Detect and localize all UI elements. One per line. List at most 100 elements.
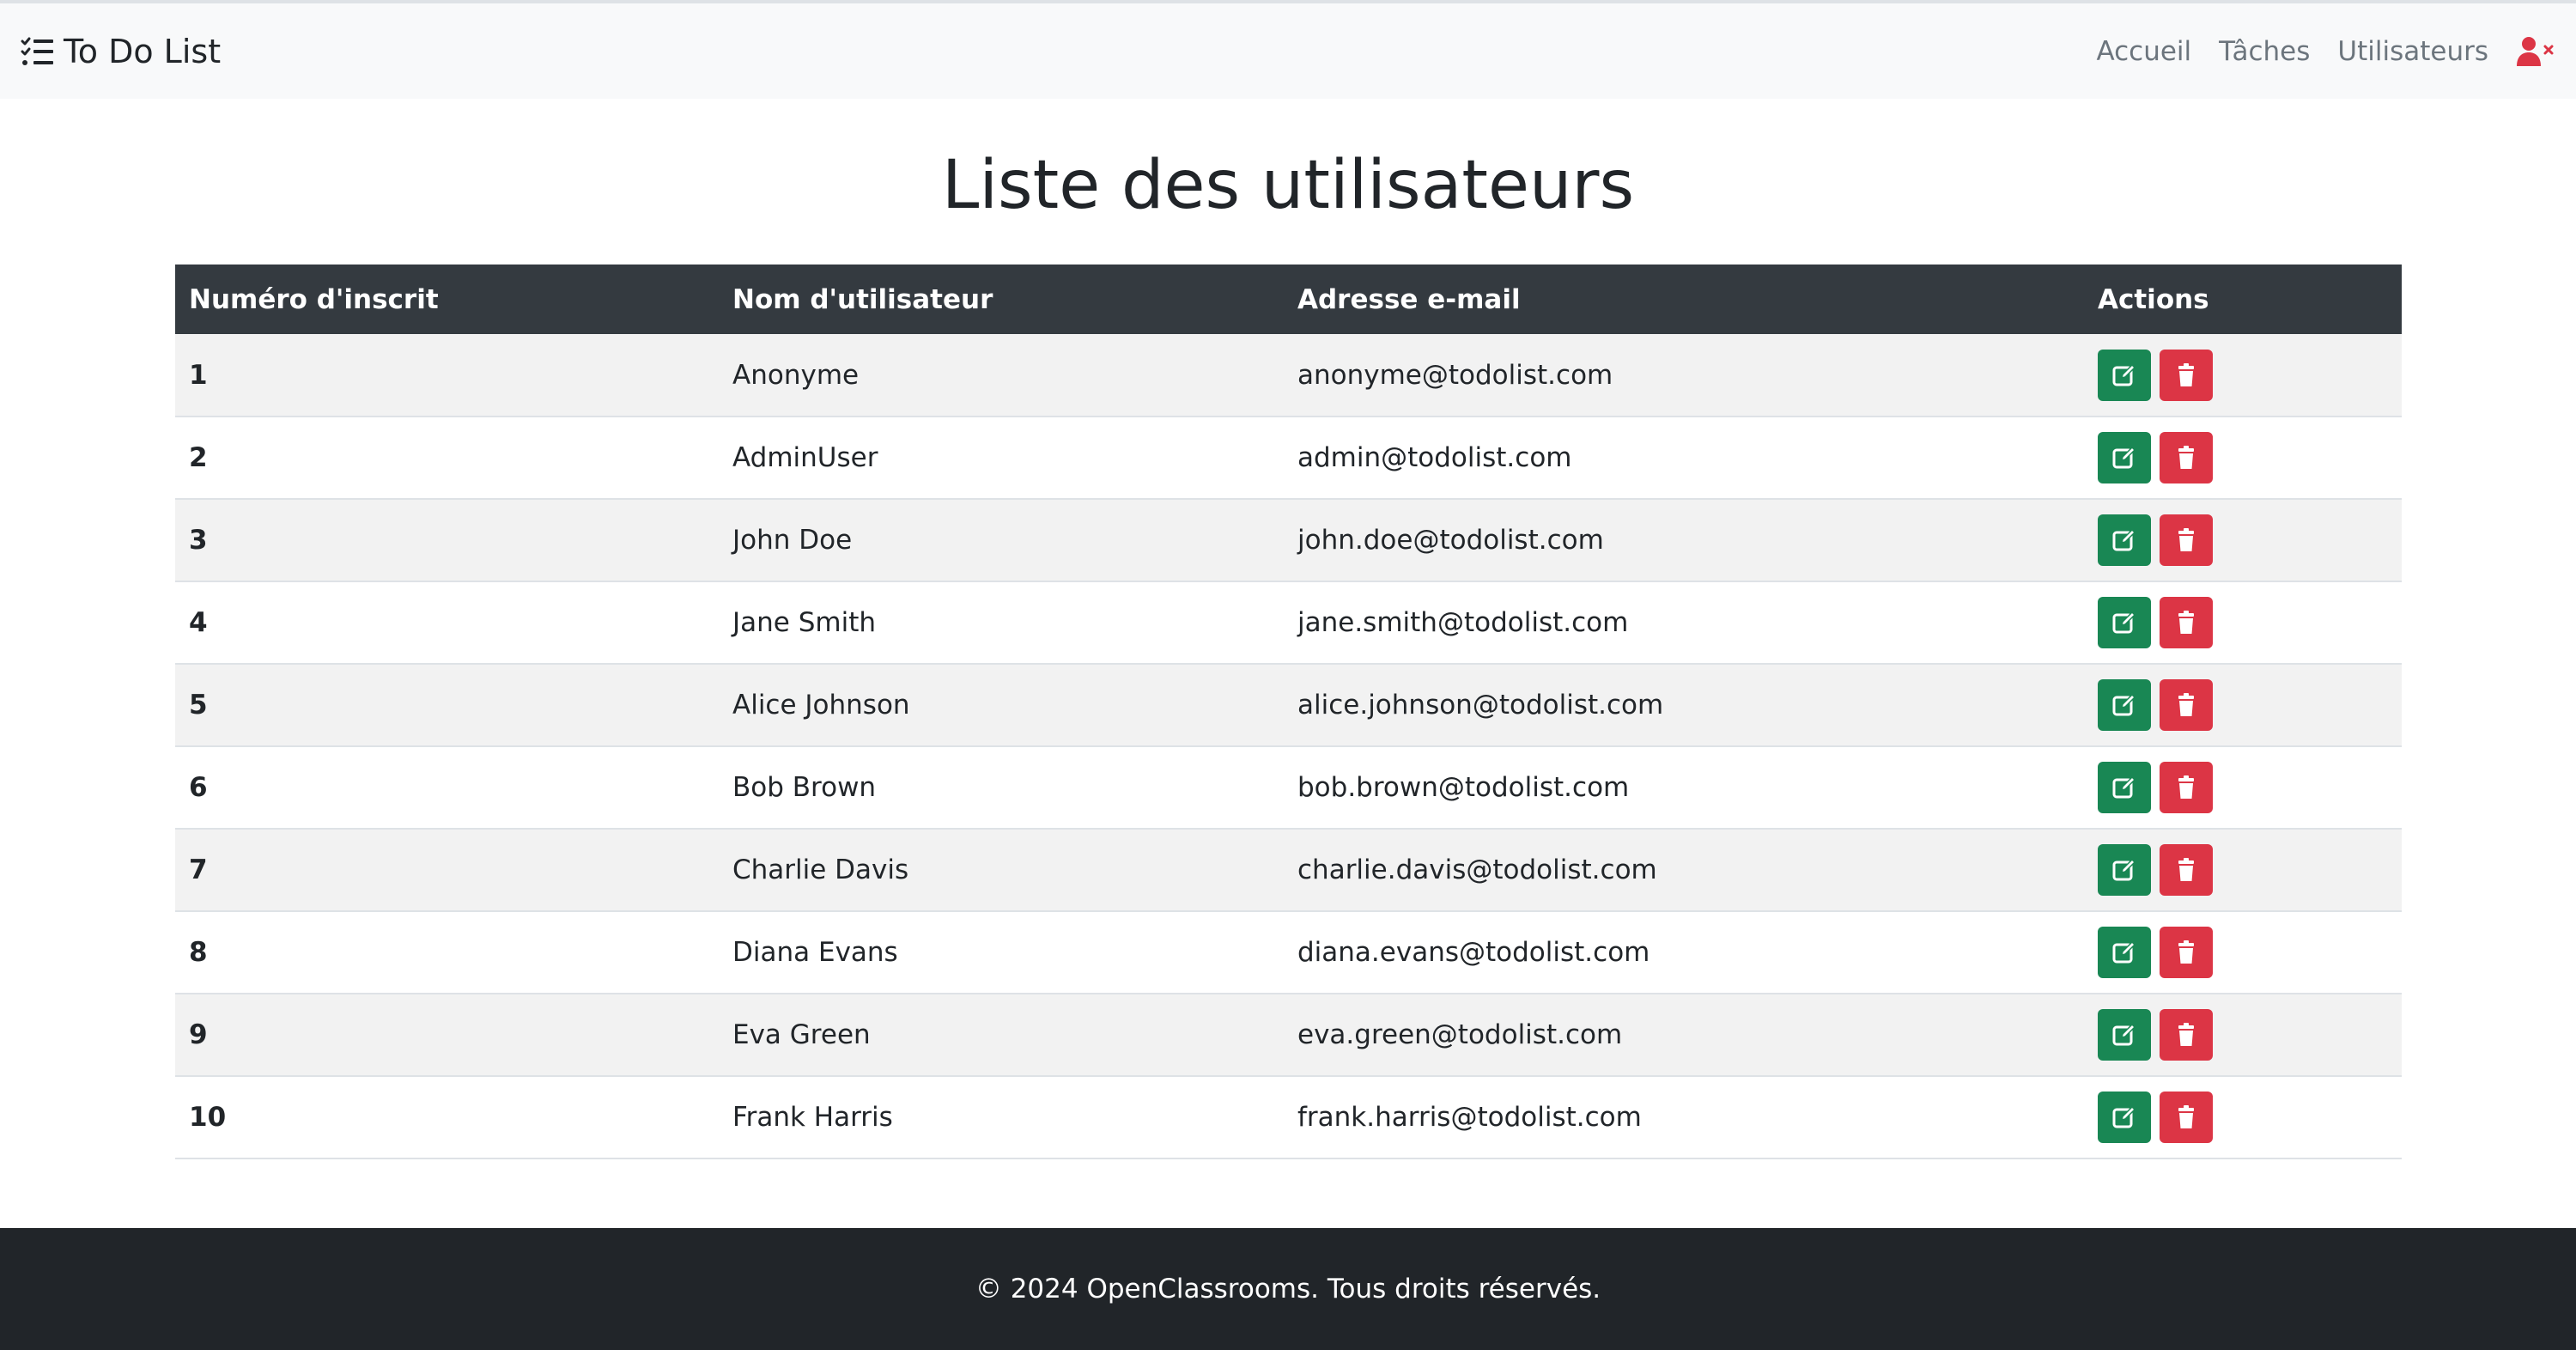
user-username: Frank Harris — [719, 1076, 1284, 1159]
action-buttons — [2098, 1092, 2388, 1143]
table-row: 4 Jane Smith jane.smith@todolist.com — [175, 581, 2402, 665]
user-email: jane.smith@todolist.com — [1284, 581, 2084, 665]
delete-button[interactable] — [2160, 514, 2213, 566]
action-buttons — [2098, 762, 2388, 813]
brand-label: To Do List — [64, 32, 222, 70]
row-actions — [2084, 499, 2402, 582]
table-row: 5 Alice Johnson alice.johnson@todolist.com — [175, 664, 2402, 747]
nav-link-utilisateurs[interactable]: Utilisateurs — [2337, 36, 2488, 67]
edit-icon — [2111, 692, 2137, 718]
edit-icon — [2111, 610, 2137, 635]
edit-icon — [2111, 362, 2137, 388]
edit-icon — [2111, 527, 2137, 553]
user-id: 6 — [175, 746, 719, 830]
delete-button[interactable] — [2160, 1009, 2213, 1061]
navbar: To Do List Accueil Tâches Utilisateurs — [0, 3, 2576, 99]
footer-text: © 2024 OpenClassrooms. Tous droits réser… — [975, 1274, 1601, 1304]
row-actions — [2084, 1076, 2402, 1159]
trash-icon — [2173, 610, 2199, 635]
user-email: john.doe@todolist.com — [1284, 499, 2084, 582]
delete-button[interactable] — [2160, 679, 2213, 731]
edit-icon — [2111, 1022, 2137, 1048]
trash-icon — [2173, 1022, 2199, 1048]
delete-button[interactable] — [2160, 349, 2213, 401]
edit-button[interactable] — [2098, 1009, 2151, 1061]
delete-button[interactable] — [2160, 1092, 2213, 1143]
user-id: 1 — [175, 334, 719, 417]
page-title: Liste des utilisateurs — [941, 147, 1635, 224]
user-username: Bob Brown — [719, 746, 1284, 830]
table-row: 8 Diana Evans diana.evans@todolist.com — [175, 911, 2402, 994]
trash-icon — [2173, 775, 2199, 800]
footer: © 2024 OpenClassrooms. Tous droits réser… — [0, 1228, 2576, 1350]
user-id: 5 — [175, 664, 719, 747]
trash-icon — [2173, 362, 2199, 388]
user-email: diana.evans@todolist.com — [1284, 911, 2084, 994]
edit-button[interactable] — [2098, 679, 2151, 731]
edit-icon — [2111, 857, 2137, 883]
table-header-row: Numéro d'inscrit Nom d'utilisateur Adres… — [175, 265, 2402, 334]
edit-icon — [2111, 775, 2137, 800]
edit-icon — [2111, 940, 2137, 965]
user-username: Jane Smith — [719, 581, 1284, 665]
action-buttons — [2098, 927, 2388, 978]
action-buttons — [2098, 679, 2388, 731]
user-email: eva.green@todolist.com — [1284, 994, 2084, 1077]
delete-button[interactable] — [2160, 927, 2213, 978]
delete-button[interactable] — [2160, 597, 2213, 648]
user-username: Anonyme — [719, 334, 1284, 417]
trash-icon — [2173, 1104, 2199, 1130]
edit-button[interactable] — [2098, 597, 2151, 648]
table-row: 10 Frank Harris frank.harris@todolist.com — [175, 1076, 2402, 1159]
edit-button[interactable] — [2098, 927, 2151, 978]
edit-icon — [2111, 1104, 2137, 1130]
delete-button[interactable] — [2160, 762, 2213, 813]
edit-icon — [2111, 445, 2137, 471]
list-check-icon — [21, 36, 55, 67]
user-email: charlie.davis@todolist.com — [1284, 829, 2084, 912]
header-numero: Numéro d'inscrit — [189, 283, 439, 315]
user-id: 10 — [175, 1076, 719, 1159]
nav-link-taches[interactable]: Tâches — [2219, 36, 2310, 67]
delete-button[interactable] — [2160, 432, 2213, 483]
row-actions — [2084, 664, 2402, 747]
edit-button[interactable] — [2098, 349, 2151, 401]
trash-icon — [2173, 445, 2199, 471]
action-buttons — [2098, 514, 2388, 566]
user-username: AdminUser — [719, 417, 1284, 500]
user-email: frank.harris@todolist.com — [1284, 1076, 2084, 1159]
user-id: 2 — [175, 417, 719, 500]
edit-button[interactable] — [2098, 514, 2151, 566]
user-email: alice.johnson@todolist.com — [1284, 664, 2084, 747]
user-username: Alice Johnson — [719, 664, 1284, 747]
user-id: 3 — [175, 499, 719, 582]
edit-button[interactable] — [2098, 1092, 2151, 1143]
row-actions — [2084, 417, 2402, 500]
row-actions — [2084, 334, 2402, 417]
trash-icon — [2173, 692, 2199, 718]
trash-icon — [2173, 940, 2199, 965]
user-id: 8 — [175, 911, 719, 994]
user-id: 9 — [175, 994, 719, 1077]
row-actions — [2084, 911, 2402, 994]
trash-icon — [2173, 857, 2199, 883]
users-table: Numéro d'inscrit Nom d'utilisateur Adres… — [175, 265, 2402, 1159]
table-row: 1 Anonyme anonyme@todolist.com — [175, 334, 2402, 417]
nav-link-accueil[interactable]: Accueil — [2096, 36, 2191, 67]
user-x-icon[interactable] — [2516, 36, 2555, 67]
edit-button[interactable] — [2098, 432, 2151, 483]
table-body: 1 Anonyme anonyme@todolist.com 2 AdminUser ad… — [175, 334, 2402, 1159]
header-username: Nom d'utilisateur — [732, 283, 993, 315]
row-actions — [2084, 829, 2402, 912]
edit-button[interactable] — [2098, 762, 2151, 813]
action-buttons — [2098, 597, 2388, 648]
user-username: Diana Evans — [719, 911, 1284, 994]
user-username: John Doe — [719, 499, 1284, 582]
table-row: 9 Eva Green eva.green@todolist.com — [175, 994, 2402, 1077]
row-actions — [2084, 746, 2402, 830]
row-actions — [2084, 994, 2402, 1077]
delete-button[interactable] — [2160, 844, 2213, 896]
brand-link[interactable]: To Do List — [21, 33, 221, 70]
edit-button[interactable] — [2098, 844, 2151, 896]
action-buttons — [2098, 349, 2388, 401]
